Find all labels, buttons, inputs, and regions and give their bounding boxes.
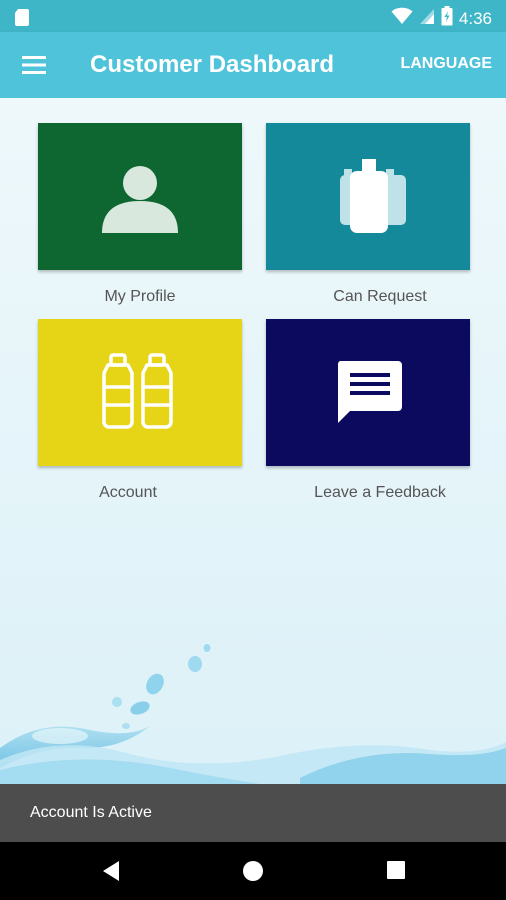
- recent-apps-icon[interactable]: [386, 860, 406, 885]
- status-bar: 4:36: [0, 0, 506, 32]
- sd-card-icon: [14, 8, 30, 31]
- cell-signal-icon: [419, 7, 435, 30]
- hamburger-menu-icon[interactable]: [22, 54, 48, 76]
- battery-icon: [441, 6, 453, 31]
- my-profile-label: My Profile: [104, 288, 176, 305]
- page-title: Customer Dashboard: [90, 51, 335, 78]
- water-cans-icon: [340, 159, 406, 233]
- language-button[interactable]: LANGUAGE: [400, 55, 492, 73]
- clock-time: 4:36: [458, 8, 492, 28]
- app-bar: Customer Dashboard LANGUAGE: [0, 32, 506, 98]
- home-icon[interactable]: [242, 860, 264, 887]
- my-profile-tile[interactable]: [38, 123, 242, 270]
- dashboard-content: My Profile Can Request Account Leave a F…: [0, 98, 506, 784]
- account-label: Account: [99, 484, 157, 501]
- water-splash-decoration: [0, 644, 506, 784]
- feedback-label: Leave a Feedback: [314, 484, 446, 501]
- bottles-icon: [102, 353, 173, 429]
- person-icon: [102, 166, 178, 233]
- snackbar-message: Account Is Active: [30, 804, 152, 821]
- can-request-tile[interactable]: [266, 123, 470, 270]
- wifi-icon: [391, 7, 413, 30]
- status-snackbar: Account Is Active: [0, 784, 506, 842]
- system-navigation-bar: [0, 842, 506, 900]
- feedback-message-icon: [337, 361, 402, 423]
- feedback-tile[interactable]: [266, 319, 470, 466]
- can-request-label: Can Request: [333, 288, 427, 305]
- back-icon[interactable]: [100, 860, 122, 887]
- account-tile[interactable]: [38, 319, 242, 466]
